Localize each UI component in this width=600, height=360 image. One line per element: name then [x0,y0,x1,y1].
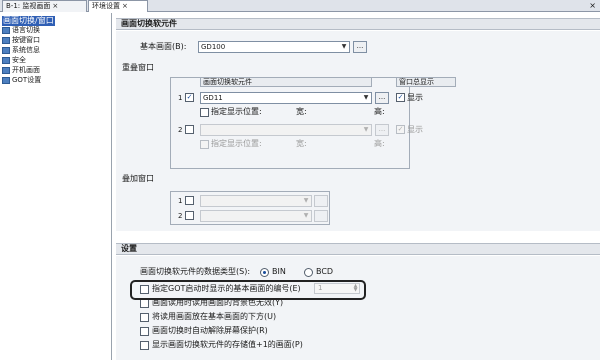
base-screen-label: 基本画面(B): [140,42,187,51]
overlap-2-enable-checkbox[interactable] [185,125,194,134]
tree-item-label: 开机画面 [12,66,40,74]
row-number: 2 [178,212,183,220]
overlap-window-grid [170,77,410,169]
highlight-annotation [130,280,366,300]
below-base-screen-checkbox[interactable] [140,313,149,322]
superimpose-window-title: 叠加窗口 [122,174,154,183]
superimpose-2-device-combo[interactable]: ▼ [200,210,312,222]
auto-release-saver-label: 画面切换时自动解除屏幕保护(R) [152,326,268,335]
row-number: 2 [178,126,183,134]
overlap-2-show-checkbox[interactable]: ✓ [396,125,405,134]
tab-monitor-screen-label: B-1: 监视画面 [6,2,51,10]
overlap-2-show-label: 显示 [407,125,423,134]
chevron-down-icon[interactable]: ▼ [302,212,310,220]
tab-bar: B-1: 监视画面 × 环境设置 × × [0,0,600,12]
close-icon[interactable]: × [52,1,58,12]
settings-tree: 画面切换/窗口 语言切换 按键窗口 系统信息 安全 开机画面 GOT设置 [0,13,112,360]
overlap-1-browse-button[interactable]: ... [375,92,389,104]
superimpose-2-browse-button[interactable] [314,210,328,222]
chevron-down-icon[interactable]: ▼ [362,94,370,102]
bcd-radio[interactable] [304,268,313,277]
tree-item-label: 按键窗口 [12,36,40,44]
overlap-1-device-value: GD11 [203,94,223,102]
overlap-1-width-label: 宽: [296,107,307,116]
base-screen-value: GD100 [201,43,226,51]
overlap-1-position-label: 指定显示位置: [211,107,262,116]
overlap-window-title: 重叠窗口 [122,63,154,72]
section-settings: 画面切换软元件的数据类型(S): BIN BCD 指定GOT启动时显示的基本画面… [116,256,600,360]
superimpose-1-checkbox[interactable] [185,196,194,205]
overlap-1-show-label: 显示 [407,93,423,102]
tree-item-screen-switch[interactable]: 画面切换/窗口 [2,15,55,26]
chevron-down-icon[interactable]: ▼ [362,126,370,134]
section-header-settings: 设置 [116,243,600,255]
row-number: 1 [178,94,183,102]
overlap-2-height-label: 高: [374,139,385,148]
base-screen-browse-button[interactable]: ... [353,41,367,53]
display-plus-one-checkbox[interactable] [140,341,149,350]
overlap-2-browse-button[interactable]: ... [375,124,389,136]
overlap-1-enable-checkbox[interactable]: ✓ [185,93,194,102]
tree-item-key-window[interactable]: 按键窗口 [2,36,40,45]
tree-item-startup-screen[interactable]: 开机画面 [2,66,40,75]
section-header-screen-switch: 画面切换软元件 [116,18,600,30]
auto-release-saver-checkbox[interactable] [140,327,149,336]
bin-radio[interactable] [260,268,269,277]
overlap-2-device-combo[interactable]: ▼ [200,124,372,136]
main-panel: 画面切换软元件 基本画面(B): GD100 ▼ ... 重叠窗口 画面切换软元… [113,13,600,360]
folder-icon [2,27,10,34]
folder-icon [2,77,10,84]
column-header-show: 窗口总显示 [396,77,456,87]
tree-item-label: 安全 [12,56,26,64]
overlap-2-position-checkbox[interactable] [200,140,209,149]
tab-environment-settings[interactable]: 环境设置 × [88,0,148,12]
tab-environment-settings-label: 环境设置 [92,2,120,10]
overlap-1-height-label: 高: [374,107,385,116]
data-type-label: 画面切换软元件的数据类型(S): [140,267,251,276]
overlap-2-position-label: 指定显示位置: [211,139,262,148]
overlap-1-position-checkbox[interactable] [200,108,209,117]
superimpose-1-browse-button[interactable] [314,195,328,207]
folder-icon [2,67,10,74]
superimpose-2-checkbox[interactable] [185,211,194,220]
display-plus-one-label: 显示画面切换软元件的存储值+1的画面(P) [152,340,303,349]
tree-item-label: 系统信息 [12,46,40,54]
chevron-down-icon[interactable]: ▼ [340,43,348,51]
folder-icon [2,47,10,54]
window-close-icon[interactable]: × [589,0,596,12]
tree-item-label: 语言切换 [12,26,40,34]
base-screen-combo[interactable]: GD100 ▼ [198,41,350,53]
column-header-device: 画面切换软元件 [200,77,372,87]
chevron-down-icon[interactable]: ▼ [302,197,310,205]
overlap-1-show-checkbox[interactable]: ✓ [396,93,405,102]
tree-item-language[interactable]: 语言切换 [2,26,40,35]
tree-item-system-info[interactable]: 系统信息 [2,46,40,55]
tree-item-got-settings[interactable]: GOT设置 [2,76,41,85]
tree-item-label: 画面切换/窗口 [2,15,55,26]
overlap-2-width-label: 宽: [296,139,307,148]
row-number: 1 [178,197,183,205]
section-screen-switch: 基本画面(B): GD100 ▼ ... 重叠窗口 画面切换软元件 窗口总显示 … [116,31,600,231]
bcd-radio-label: BCD [316,267,334,276]
folder-icon [2,37,10,44]
tree-item-security[interactable]: 安全 [2,56,26,65]
tree-item-label: GOT设置 [12,76,42,84]
below-base-screen-label: 将读用画面放在基本画面的下方(U) [152,312,277,321]
overlap-1-device-combo[interactable]: GD11 ▼ [200,92,372,104]
folder-icon [2,57,10,64]
bin-radio-label: BIN [272,267,286,276]
tab-monitor-screen[interactable]: B-1: 监视画面 × [2,0,87,12]
superimpose-1-device-combo[interactable]: ▼ [200,195,312,207]
bg-color-disable-checkbox[interactable] [140,299,149,308]
close-icon[interactable]: × [122,1,128,12]
